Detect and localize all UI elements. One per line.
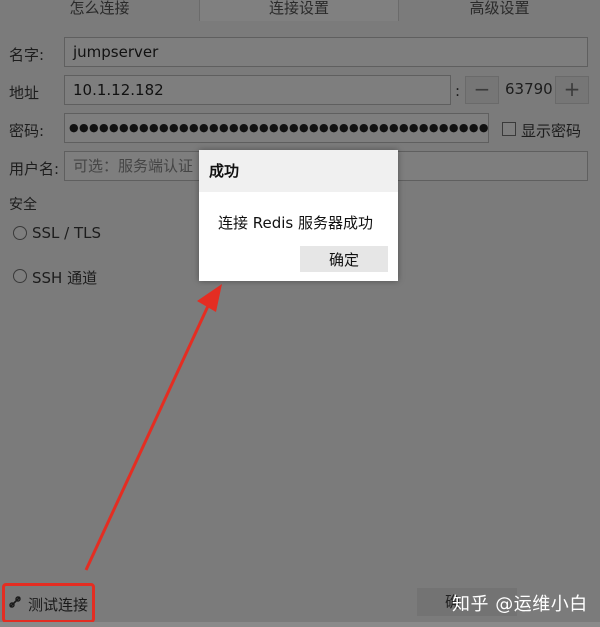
success-dialog: 成功 连接 Redis 服务器成功 确定 (199, 150, 398, 281)
test-connection-button[interactable]: 测试连接 (2, 583, 95, 623)
bottom-status-strip (0, 622, 600, 627)
arrow-head (197, 284, 222, 312)
annotation-arrow (84, 284, 222, 571)
dialog-title: 成功 (199, 150, 398, 192)
test-connection-label: 测试连接 (28, 596, 89, 614)
plug-icon (9, 596, 21, 608)
arrow-shaft (84, 305, 210, 571)
ok-button[interactable]: 确定 (300, 246, 388, 272)
watermark: 知乎 @运维小白 (452, 594, 588, 615)
dialog-message: 连接 Redis 服务器成功 (218, 214, 374, 232)
